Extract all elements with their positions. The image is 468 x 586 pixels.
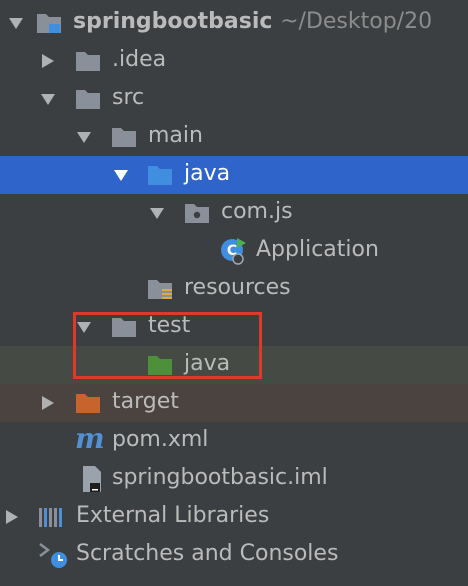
- folder-label-test: test: [148, 313, 191, 338]
- folder-label-main-java: java: [184, 161, 231, 186]
- collapse-arrow-icon[interactable]: [4, 509, 20, 525]
- tree-row-test-java[interactable]: java: [0, 346, 468, 384]
- expand-arrow-icon[interactable]: [113, 167, 129, 183]
- scratches-icon: [39, 543, 67, 568]
- folder-icon: [112, 318, 136, 337]
- tree-row-idea[interactable]: .idea: [0, 42, 468, 80]
- project-name: springbootbasic: [73, 9, 273, 34]
- iml-file-icon: [83, 466, 101, 492]
- project-path: ~/Desktop/20: [280, 9, 433, 34]
- expand-arrow-icon[interactable]: [149, 205, 165, 221]
- tree-row-package[interactable]: com.js: [0, 194, 468, 232]
- package-label: com.js: [221, 199, 293, 224]
- tree-row-external-libraries[interactable]: External Libraries: [0, 498, 468, 536]
- tree-row-main[interactable]: main: [0, 118, 468, 156]
- class-label-application: Application: [256, 237, 379, 262]
- tree-row-scratches[interactable]: Scratches and Consoles: [0, 536, 468, 574]
- tree-row-main-java[interactable]: java: [0, 156, 468, 194]
- project-tree: springbootbasic ~/Desktop/20 .idea src m…: [0, 0, 468, 586]
- folder-label-main: main: [148, 123, 203, 148]
- tree-row-pom[interactable]: m pom.xml: [0, 422, 468, 460]
- tree-row-test[interactable]: test: [0, 308, 468, 346]
- excluded-folder-icon: [76, 394, 100, 413]
- folder-icon: [76, 90, 100, 109]
- folder-label-src: src: [112, 85, 145, 110]
- tree-row-resources[interactable]: resources: [0, 270, 468, 308]
- folder-label-idea: .idea: [112, 47, 167, 72]
- source-folder-icon: [148, 166, 172, 185]
- file-label-iml: springbootbasic.iml: [112, 465, 328, 490]
- tree-row-project-root[interactable]: springbootbasic ~/Desktop/20: [0, 4, 468, 42]
- tree-row-application[interactable]: C Application: [0, 232, 468, 270]
- expand-arrow-icon[interactable]: [40, 91, 56, 107]
- folder-label-target: target: [112, 389, 179, 414]
- tree-row-iml[interactable]: springbootbasic.iml: [0, 460, 468, 498]
- spring-boot-class-icon: C: [221, 238, 246, 265]
- external-libraries-label: External Libraries: [76, 503, 270, 528]
- folder-label-test-java: java: [184, 351, 231, 376]
- expand-arrow-icon[interactable]: [8, 15, 24, 31]
- folder-icon: [76, 52, 100, 71]
- collapse-arrow-icon[interactable]: [40, 53, 56, 69]
- test-source-folder-icon: [148, 356, 172, 375]
- expand-arrow-icon[interactable]: [76, 319, 92, 335]
- project-folder-icon: [37, 14, 61, 33]
- scratches-label: Scratches and Consoles: [76, 541, 339, 566]
- collapse-arrow-icon[interactable]: [40, 395, 56, 411]
- maven-icon: m: [75, 422, 105, 455]
- resources-folder-icon: [148, 280, 172, 299]
- tree-row-target[interactable]: target: [0, 384, 468, 422]
- package-icon: [185, 204, 209, 223]
- file-label-pom: pom.xml: [112, 427, 209, 452]
- folder-icon: [112, 128, 136, 147]
- expand-arrow-icon[interactable]: [76, 129, 92, 145]
- folder-label-resources: resources: [184, 275, 291, 300]
- libraries-icon: [39, 508, 62, 527]
- tree-row-src[interactable]: src: [0, 80, 468, 118]
